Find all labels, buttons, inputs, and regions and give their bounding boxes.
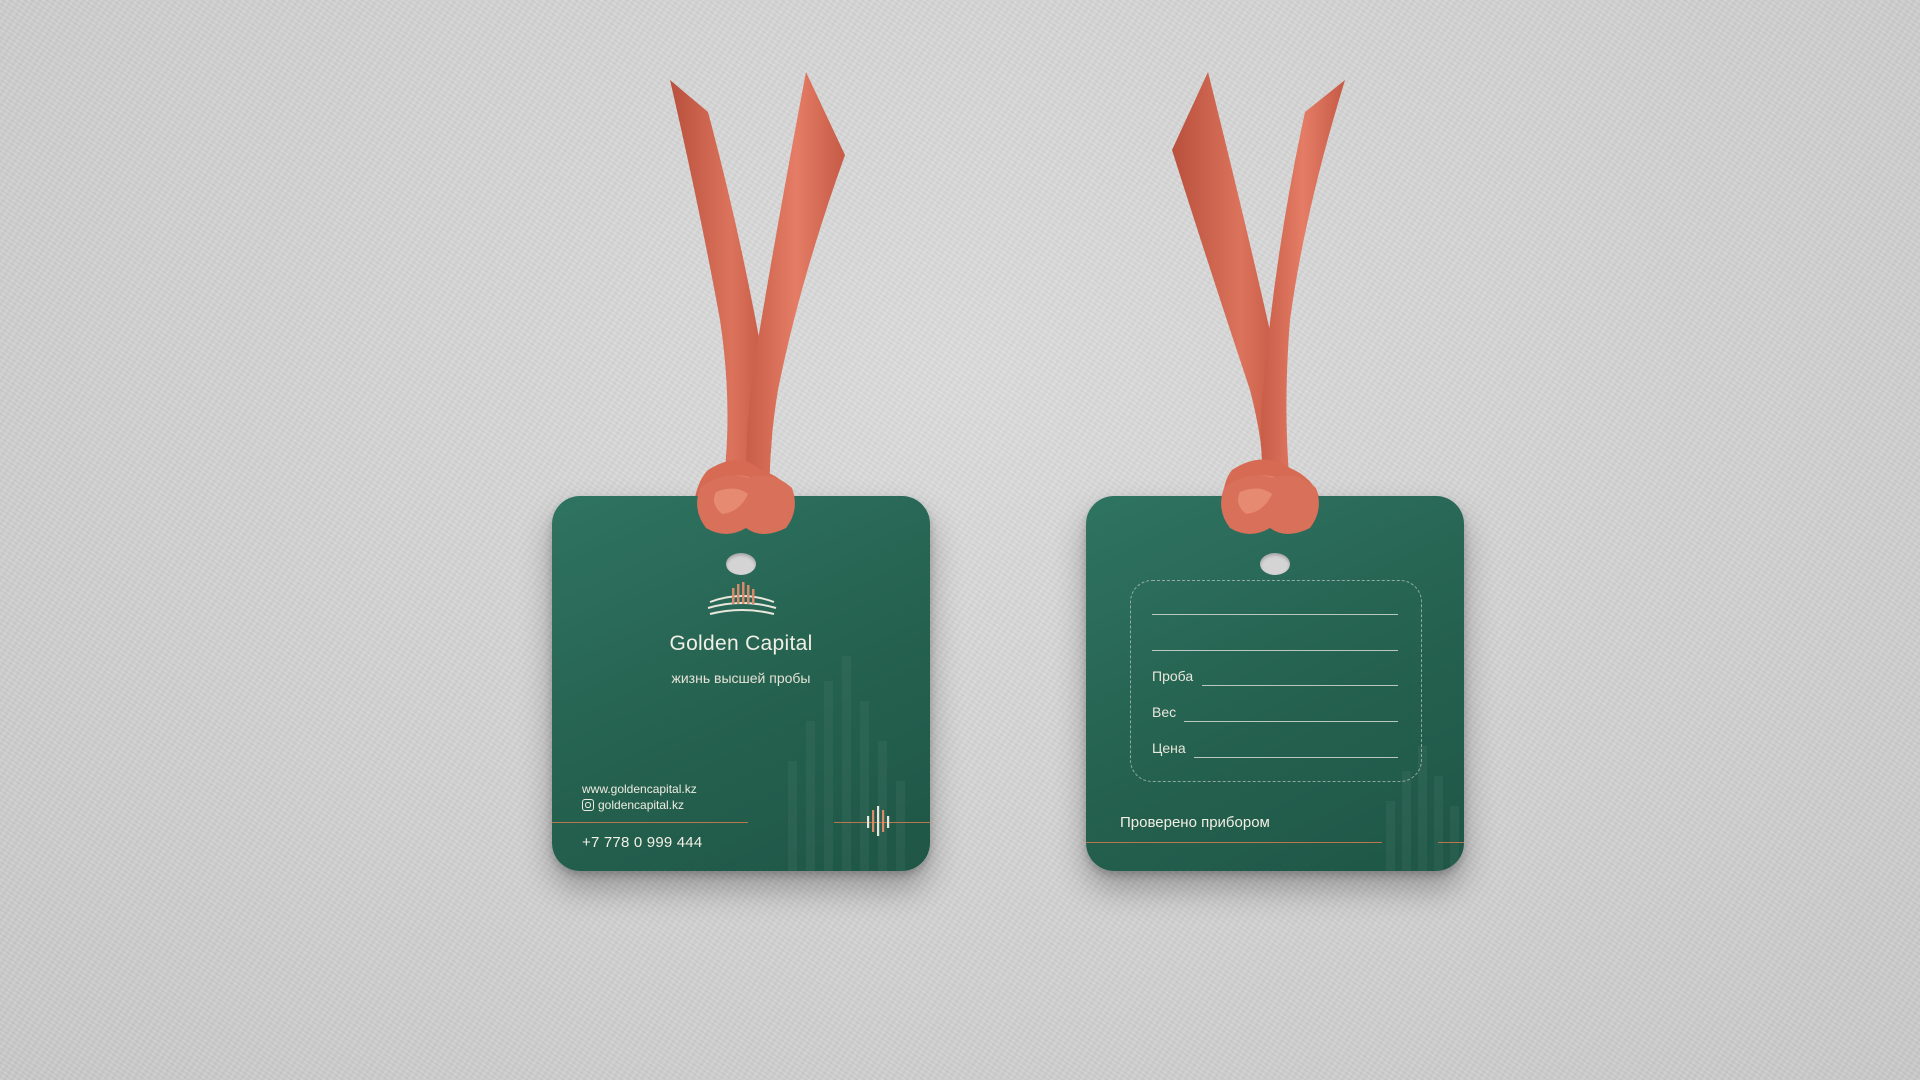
field-label-weight: Вес: [1152, 704, 1177, 720]
field-label-price: Цена: [1152, 740, 1186, 756]
tag-hole: [1260, 553, 1290, 575]
front-ribbon: [670, 72, 845, 545]
decorative-bars: [788, 656, 928, 871]
blank-line: [1152, 614, 1398, 615]
divider-line: [1438, 842, 1464, 843]
front-tag: Golden Capital жизнь высшей пробы www.go…: [552, 496, 930, 871]
phone-number: +7 778 0 999 444: [582, 834, 703, 851]
instagram-icon: [582, 799, 594, 811]
slogan: жизнь высшей пробы: [671, 670, 811, 686]
blank-line: [1152, 650, 1398, 651]
tag-hole: [726, 553, 756, 575]
brand-mark-icon: [867, 806, 890, 836]
instagram-handle: goldencapital.kz: [582, 798, 684, 812]
instagram-text: goldencapital.kz: [598, 798, 685, 812]
website-text: www.goldencapital.kz: [582, 782, 697, 796]
verified-text: Проверено прибором: [1120, 814, 1270, 831]
ribbons: [670, 72, 1345, 545]
field-label-proba: Проба: [1152, 668, 1194, 684]
brand-name: Golden Capital: [669, 632, 813, 655]
back-tag: Проба Вес Цена Проверено прибором: [1086, 496, 1464, 871]
divider-line: [1086, 842, 1382, 843]
field-line-price: [1194, 757, 1398, 758]
field-line-proba: [1202, 685, 1398, 686]
divider-line: [552, 822, 748, 823]
product-mockup-scene: Golden Capital жизнь высшей пробы www.go…: [0, 0, 1920, 1080]
back-ribbon: [1172, 72, 1345, 545]
brand-logo-icon: [707, 582, 777, 615]
field-line-weight: [1184, 721, 1398, 722]
